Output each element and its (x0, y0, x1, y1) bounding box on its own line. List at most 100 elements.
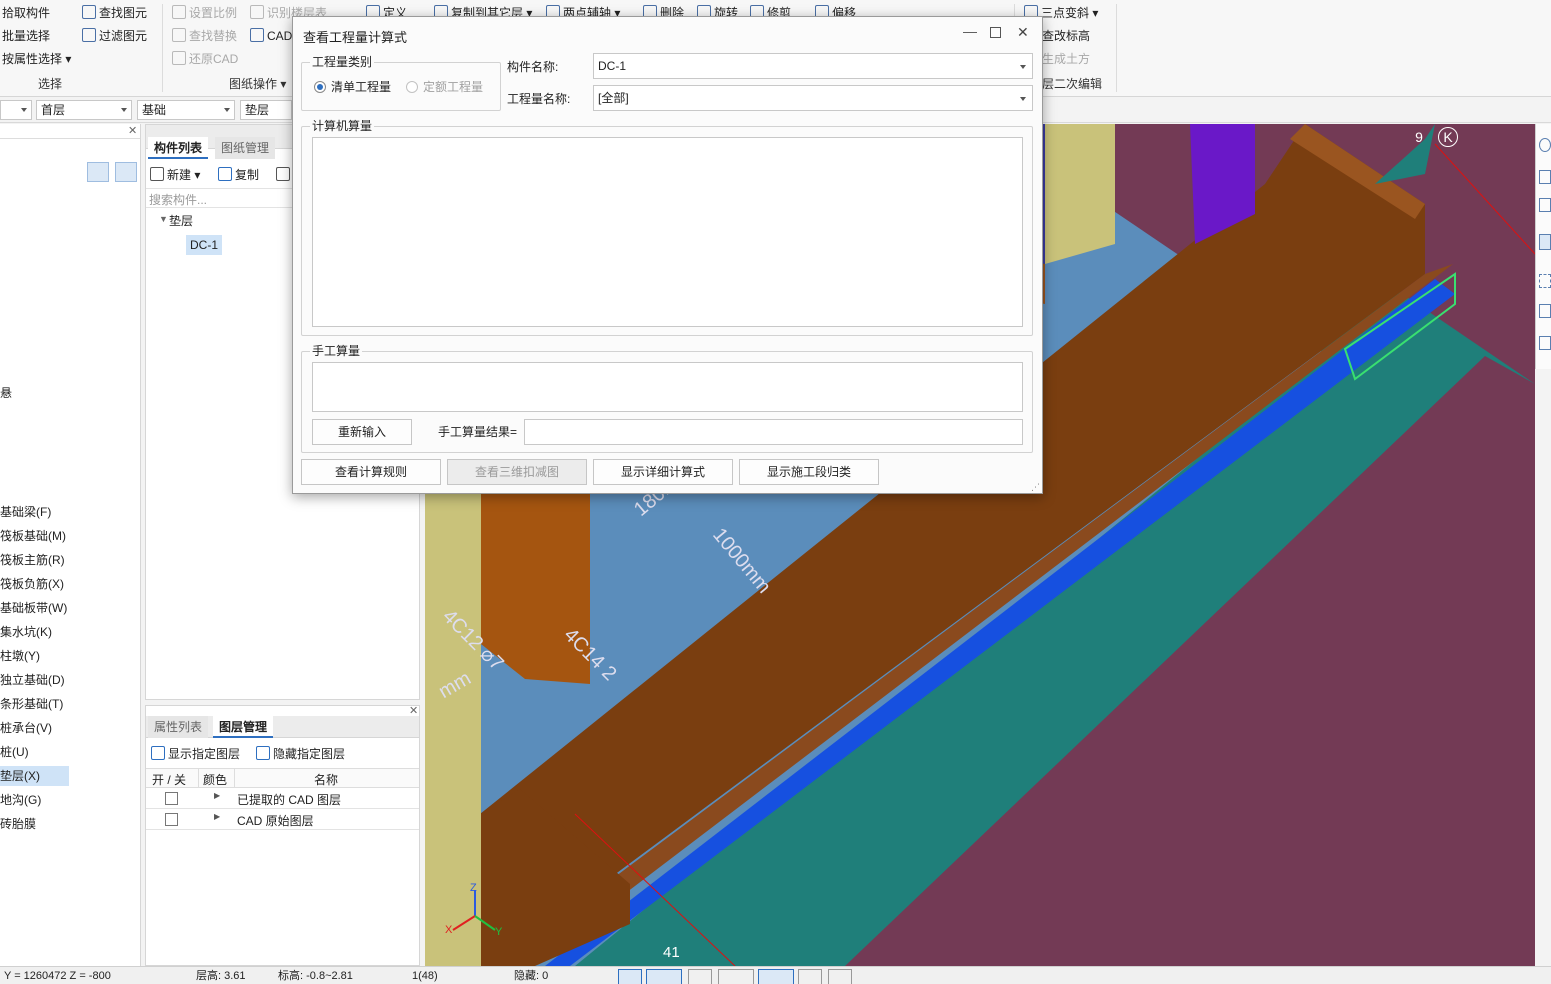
nav-item[interactable]: 垫层(X) (0, 766, 69, 786)
nav-item[interactable]: 集水坑(K) (0, 622, 52, 642)
chevron-down-icon (1020, 97, 1026, 101)
set-scale-button[interactable]: 设置比例 (172, 3, 237, 23)
manual-calc-group: 手工算量 重新输入 手工算量结果= (301, 344, 1033, 453)
new-button[interactable]: 新建 ▾ (150, 166, 200, 184)
manual-calc-legend: 手工算量 (310, 344, 363, 358)
cube-icon[interactable] (1539, 304, 1551, 318)
detail-view-icon[interactable] (115, 162, 137, 182)
hide-layer-button[interactable]: 隐藏指定图层 (256, 745, 345, 763)
curve-icon[interactable] (828, 969, 852, 984)
filter-element-button[interactable]: 过滤图元 (82, 26, 147, 46)
nav-item[interactable]: 独立基础(D) (0, 670, 65, 690)
check-elevation-button[interactable]: 查改标高 (1042, 26, 1090, 46)
layer-visibility-checkbox[interactable] (165, 792, 178, 805)
axis-y-label: Y (495, 926, 503, 938)
restore-cad-button[interactable]: 还原CAD (172, 49, 238, 69)
expand-icon[interactable]: ▶ (214, 812, 220, 821)
tab-property-list[interactable]: 属性列表 (148, 716, 209, 738)
minimize-icon[interactable]: — (963, 23, 977, 39)
chevron-down-icon (21, 108, 27, 112)
tree-collapse-icon[interactable]: ▼ (159, 214, 168, 224)
axis-gizmo: Z X Y (445, 882, 505, 946)
select-group-label: 选择 (38, 77, 63, 91)
2d-view-icon[interactable] (1539, 170, 1551, 184)
expand-icon[interactable]: ▶ (214, 791, 220, 800)
dialog-title: 查看工程量计算式 (303, 30, 408, 45)
layer-icon[interactable] (798, 969, 822, 984)
nav-item[interactable]: 筏板主筋(R) (0, 550, 65, 570)
nav-stray-text: 悬 (0, 386, 13, 400)
box-view-icon[interactable] (1539, 234, 1551, 250)
nav-item[interactable]: 筏板负筋(X) (0, 574, 64, 594)
nav-item[interactable]: 柱墩(Y) (0, 646, 40, 666)
select-by-property-button[interactable]: 按属性选择 ▾ (2, 49, 71, 69)
manual-calc-textarea[interactable] (312, 362, 1023, 412)
type-selector[interactable]: 垫层 (240, 100, 292, 120)
component-name-select[interactable]: DC-1 (593, 53, 1033, 79)
yellow-column-upper (1035, 124, 1115, 264)
computer-calc-textarea[interactable] (312, 137, 1023, 327)
batch-select-button[interactable]: 批量选择 (2, 26, 50, 46)
close-icon[interactable]: ✕ (128, 124, 137, 137)
radio-bill-quantity[interactable] (314, 81, 326, 93)
3d-view-icon[interactable] (1539, 198, 1551, 212)
list-icon[interactable] (1539, 336, 1551, 350)
ribbon-separator (162, 4, 163, 92)
show-detail-formula-button[interactable]: 显示详细计算式 (593, 459, 733, 485)
tree-root-item[interactable]: 垫层 (169, 212, 193, 229)
delete-icon[interactable] (276, 166, 293, 184)
nav-item[interactable]: 砖胎膜 (0, 814, 36, 834)
show-layer-button[interactable]: 显示指定图层 (151, 745, 240, 763)
nav-item[interactable]: 桩承台(V) (0, 718, 52, 738)
intersect-icon[interactable] (688, 969, 712, 984)
ortho-toggle-icon[interactable] (618, 969, 642, 984)
manual-result-input[interactable] (524, 419, 1023, 445)
project-selector[interactable] (0, 100, 32, 120)
nav-item[interactable]: 筏板基础(M) (0, 526, 66, 546)
tab-component-list[interactable]: 构件列表 (148, 137, 209, 159)
copy-button[interactable]: 复制 (218, 166, 259, 184)
snap-toggle-icon[interactable] (646, 969, 682, 984)
show-stage-classification-button[interactable]: 显示施工段归类 (739, 459, 879, 485)
layer-visibility-checkbox[interactable] (165, 813, 178, 826)
nav-item[interactable]: 桩(U) (0, 742, 29, 762)
radio-quota-quantity[interactable] (406, 81, 418, 93)
right-toolstrip (1535, 124, 1551, 369)
list-view-icon[interactable] (87, 162, 109, 182)
tab-drawing-management[interactable]: 图纸管理 (215, 137, 276, 159)
view-3d-deduction-button[interactable]: 查看三维扣减图 (447, 459, 587, 485)
col-toggle-header: 开 / 关 (152, 773, 187, 787)
axis-label-41: 41 (663, 944, 680, 961)
cad-button[interactable]: CAD (250, 26, 292, 46)
region-select-icon[interactable] (1539, 274, 1551, 288)
computer-calc-group: 计算机算量 (301, 119, 1033, 336)
plus-snap-icon[interactable] (758, 969, 794, 984)
tab-layer-management[interactable]: 图层管理 (213, 716, 274, 738)
resize-grip-icon[interactable]: ⋰ (1031, 482, 1040, 493)
view-calc-rules-button[interactable]: 查看计算规则 (301, 459, 441, 485)
nav-item[interactable]: 基础板带(W) (0, 598, 67, 618)
ribbon-separator (1116, 4, 1117, 92)
nav-item[interactable]: 条形基础(T) (0, 694, 63, 714)
category-selector[interactable]: 基础 (137, 100, 235, 120)
generate-earthwork-button[interactable]: 生成土方 (1042, 49, 1090, 69)
component-type-nav: ✕ 悬 基础梁(F) 筏板基础(M) 筏板主筋(R) 筏板负筋(X) 基础板带(W) 集水… (0, 124, 141, 966)
divider (0, 138, 140, 139)
angle-icon[interactable] (718, 969, 754, 984)
find-replace-button[interactable]: 查找替换 (172, 26, 237, 46)
computer-calc-legend: 计算机算量 (310, 119, 375, 133)
orbit-icon[interactable] (1539, 138, 1551, 152)
maximize-icon[interactable] (990, 27, 1001, 38)
tree-child-item[interactable]: DC-1 (186, 235, 223, 255)
pick-component-button[interactable]: 拾取构件 (2, 3, 50, 23)
reinput-button[interactable]: 重新输入 (312, 419, 412, 445)
nav-item[interactable]: 基础梁(F) (0, 502, 51, 522)
status-bar: Y = 1260472 Z = -800 层高: 3.61 标高: -0.8~2… (0, 966, 1551, 984)
close-icon[interactable]: ✕ (1017, 24, 1029, 41)
scale-icon (172, 5, 186, 19)
find-element-icon (82, 5, 96, 19)
find-element-button[interactable]: 查找图元 (82, 3, 147, 23)
floor-selector[interactable]: 首层 (36, 100, 132, 120)
quantity-name-select[interactable]: [全部] (593, 85, 1033, 111)
nav-item[interactable]: 地沟(G) (0, 790, 41, 810)
